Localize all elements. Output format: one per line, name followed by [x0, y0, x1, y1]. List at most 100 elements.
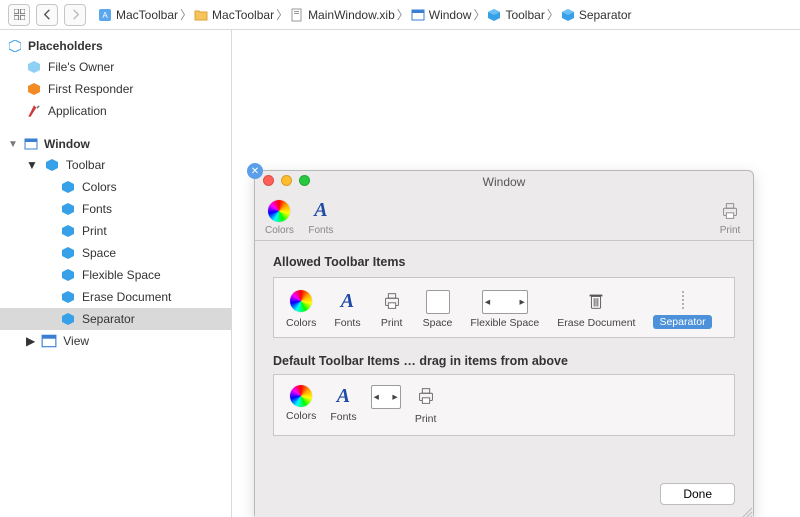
placeholder-application[interactable]: Application: [0, 100, 231, 122]
colorwheel-icon: [290, 385, 312, 407]
window-icon: [41, 333, 57, 349]
default-fonts[interactable]: AFonts: [330, 385, 356, 425]
allowed-fonts[interactable]: AFonts: [334, 288, 360, 329]
cube-icon: [60, 201, 76, 217]
chevron-right-icon: 〉: [399, 9, 407, 21]
tree-item-fonts[interactable]: Fonts: [0, 198, 231, 220]
forward-button[interactable]: [64, 4, 86, 26]
item-label: Colors: [265, 225, 294, 236]
item-label: Application: [48, 104, 107, 118]
item-label: Space: [423, 317, 453, 329]
item-label: Separator: [82, 312, 135, 326]
window-node[interactable]: ▼ Window: [0, 134, 231, 154]
item-label: Print: [82, 224, 107, 238]
item-label: Window: [44, 137, 90, 151]
font-icon: A: [308, 198, 334, 224]
item-label: Fonts: [82, 202, 112, 216]
placeholders-section[interactable]: Placeholders: [0, 36, 231, 56]
allowed-separator[interactable]: Separator: [653, 288, 711, 329]
close-icon[interactable]: [263, 175, 274, 186]
breadcrumb-file[interactable]: MainWindow.xib: [290, 8, 395, 22]
back-button[interactable]: [36, 4, 58, 26]
placeholder-first-responder[interactable]: First Responder: [0, 78, 231, 100]
zoom-icon[interactable]: [299, 175, 310, 186]
item-label: File's Owner: [48, 60, 114, 74]
tree-item-flexspace[interactable]: Flexible Space: [0, 264, 231, 286]
breadcrumb-label: MacToolbar: [116, 8, 178, 22]
default-print[interactable]: Print: [415, 385, 437, 425]
disclosure-triangle-icon[interactable]: ▶: [26, 334, 35, 348]
allowed-colors[interactable]: Colors: [286, 288, 316, 329]
responder-icon: [26, 81, 42, 97]
tree-item-colors[interactable]: Colors: [0, 176, 231, 198]
allowed-flexspace[interactable]: ◂▸Flexible Space: [470, 290, 539, 329]
toolbar-config-sheet: Allowed Toolbar Items Colors AFonts Prin…: [255, 241, 753, 517]
colorwheel-icon: [266, 198, 292, 224]
item-label: Erase Document: [82, 290, 171, 304]
breadcrumbs: A MacToolbar 〉 MacToolbar 〉 MainWindow.x…: [98, 8, 632, 22]
window-title: Window: [483, 175, 526, 189]
chevron-right-icon: 〉: [278, 9, 286, 21]
cube-icon: [60, 223, 76, 239]
cube-icon: [60, 179, 76, 195]
svg-text:A: A: [102, 11, 108, 20]
canvas[interactable]: ✕ Window Colors AFonts Print Allowed Too…: [232, 30, 800, 517]
done-button[interactable]: Done: [660, 483, 735, 505]
jump-bar: A MacToolbar 〉 MacToolbar 〉 MainWindow.x…: [0, 0, 800, 30]
breadcrumb-label: Window: [429, 8, 472, 22]
breadcrumb-label: Separator: [579, 8, 632, 22]
item-label: Erase Document: [557, 317, 635, 329]
space-icon: [426, 290, 450, 314]
allowed-space[interactable]: Space: [423, 290, 453, 329]
breadcrumb-toolbar[interactable]: Toolbar: [487, 8, 544, 22]
cube-icon: [60, 245, 76, 261]
cube-icon: [60, 311, 76, 327]
breadcrumb-separator[interactable]: Separator: [561, 8, 632, 22]
default-title: Default Toolbar Items … drag in items fr…: [273, 354, 735, 368]
breadcrumb-window[interactable]: Window: [411, 8, 472, 22]
disclosure-triangle-icon[interactable]: ▼: [8, 139, 18, 150]
breadcrumb-project[interactable]: A MacToolbar: [98, 8, 178, 22]
cube-icon: [487, 8, 501, 22]
default-flexspace[interactable]: ◂▸: [371, 385, 401, 425]
allowed-print[interactable]: Print: [379, 288, 405, 329]
printer-icon: [415, 385, 437, 410]
cube-icon: [44, 157, 60, 173]
minimize-icon[interactable]: [281, 175, 292, 186]
item-label: Flexible Space: [82, 268, 161, 282]
item-label: Colors: [286, 410, 316, 422]
toolbar-colors[interactable]: Colors: [265, 198, 294, 236]
resize-handle-icon[interactable]: [739, 505, 753, 517]
tree-item-print[interactable]: Print: [0, 220, 231, 242]
tree-item-space[interactable]: Space: [0, 242, 231, 264]
item-label: Print: [381, 317, 403, 329]
cube-icon: [60, 289, 76, 305]
item-label: Fonts: [330, 411, 356, 423]
folder-icon: [194, 8, 208, 22]
related-items-button[interactable]: [8, 4, 30, 26]
tree-item-separator[interactable]: Separator: [0, 308, 231, 330]
default-colors[interactable]: Colors: [286, 385, 316, 425]
chevron-right-icon: 〉: [475, 9, 483, 21]
tree-item-erase[interactable]: Erase Document: [0, 286, 231, 308]
disclosure-triangle-icon[interactable]: ▼: [26, 158, 38, 172]
item-label: Colors: [286, 317, 316, 329]
default-toolbar-items[interactable]: Colors AFonts ◂▸ Print: [273, 374, 735, 436]
breadcrumb-label: MainWindow.xib: [308, 8, 395, 22]
toolbar-fonts[interactable]: AFonts: [308, 198, 334, 236]
traffic-lights[interactable]: [263, 175, 310, 186]
item-label: Print: [720, 225, 741, 236]
window-titlebar[interactable]: Window: [255, 171, 753, 193]
view-node[interactable]: ▶ View: [0, 330, 231, 352]
allowed-toolbar-items[interactable]: Colors AFonts Print Space ◂▸Flexible Spa…: [273, 277, 735, 338]
breadcrumb-label: Toolbar: [505, 8, 544, 22]
breadcrumb-folder[interactable]: MacToolbar: [194, 8, 274, 22]
allowed-erase[interactable]: Erase Document: [557, 288, 635, 329]
project-icon: A: [98, 8, 112, 22]
toolbar-node[interactable]: ▼ Toolbar: [0, 154, 231, 176]
toolbar-print[interactable]: Print: [717, 198, 743, 236]
placeholder-files-owner[interactable]: File's Owner: [0, 56, 231, 78]
application-icon: [26, 103, 42, 119]
allowed-title: Allowed Toolbar Items: [273, 255, 735, 269]
preview-window[interactable]: ✕ Window Colors AFonts Print Allowed Too…: [254, 170, 754, 517]
